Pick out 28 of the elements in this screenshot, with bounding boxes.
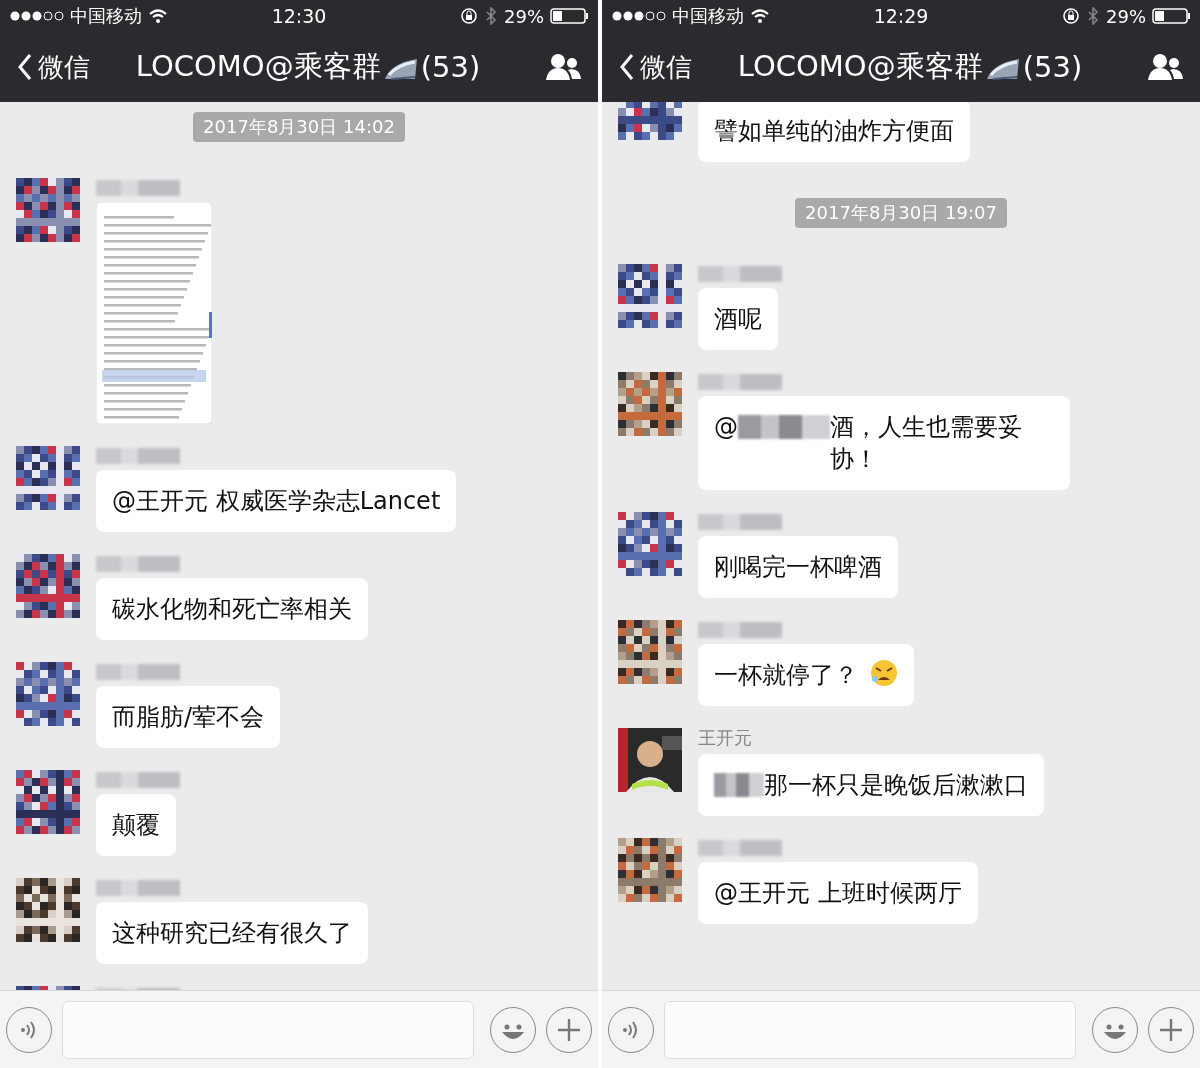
clock-time: 12:30 xyxy=(271,5,327,27)
timestamp: 2017年8月30日 14:02 xyxy=(193,112,405,142)
message-bubble: 碳水化物和死亡率相关 xyxy=(96,578,368,640)
back-button[interactable]: 微信 xyxy=(618,49,692,85)
message-bubble: 酒呢 xyxy=(698,288,778,350)
chat-title: LOCOMO@乘客群 xyxy=(737,48,983,85)
chat-title: LOCOMO@乘客群 xyxy=(135,48,381,85)
message-bubble: @王开元 上班时候两厅 xyxy=(698,862,978,924)
clock-time: 12:29 xyxy=(873,5,929,27)
sender-name: 王开元 xyxy=(698,728,752,748)
message-text: @ xyxy=(714,412,738,443)
battery-percent: 29% xyxy=(1106,5,1146,27)
member-count: (53) xyxy=(420,50,481,84)
message-text: 一杯就停了？ xyxy=(714,660,858,691)
message-bubble: 譬如单纯的油炸方便面 xyxy=(698,102,970,162)
member-count: (53) xyxy=(1022,50,1083,84)
message-bubble: @王开元 权威医学杂志Lancet xyxy=(96,470,457,532)
battery-percent: 29% xyxy=(504,5,544,27)
message-bubble: 这种研究已经有很久了 xyxy=(96,902,368,964)
message-bubble: 而脂肪/荤不会 xyxy=(96,686,281,748)
back-button[interactable]: 微信 xyxy=(16,49,90,85)
message-bubble: 刚喝完一杯啤酒 xyxy=(698,536,898,598)
carrier-name: 中国移动 xyxy=(672,4,744,28)
timestamp: 2017年8月30日 19:07 xyxy=(795,198,1007,228)
message-text: 酒，人生也需要妥协！ xyxy=(830,412,1023,475)
message-bubble: 颠覆 xyxy=(96,794,176,856)
message-text: 那一杯只是晚饭后漱漱口 xyxy=(764,770,1028,801)
carrier-name: 中国移动 xyxy=(70,4,142,28)
